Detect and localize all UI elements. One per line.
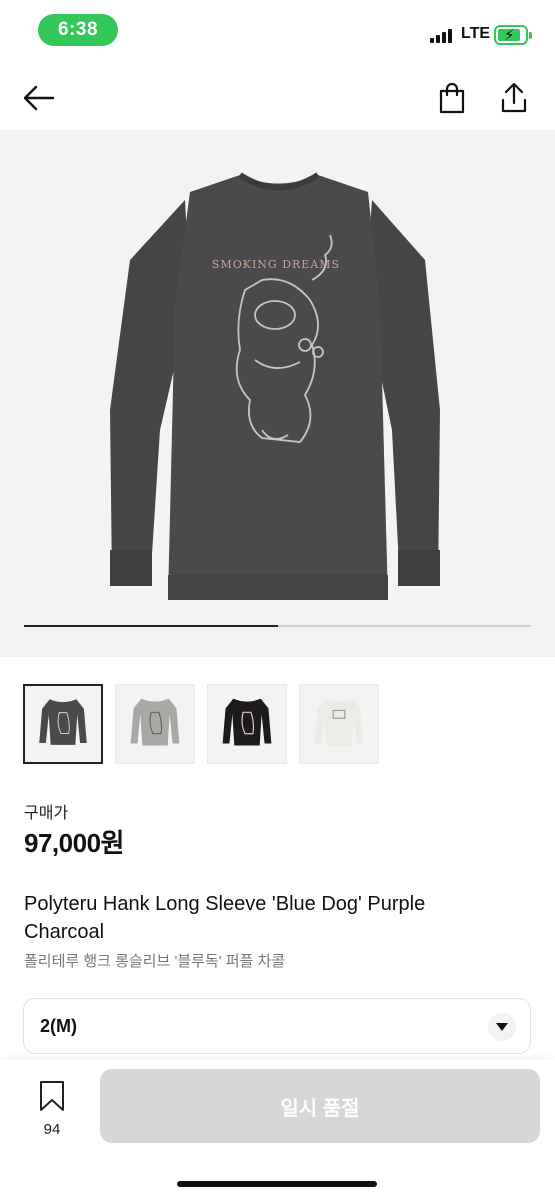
thumbnail-strip [23, 684, 379, 764]
wishlist-button[interactable]: 94 [30, 1080, 74, 1138]
product-title: Polyteru Hank Long Sleeve 'Blue Dog' Pur… [24, 893, 426, 943]
product-photo [110, 172, 440, 600]
thumbnail-grey[interactable] [115, 684, 195, 764]
price: 97,000원 [24, 828, 124, 858]
size-select-value: 2(M) [40, 1015, 77, 1036]
wishlist-count: 94 [43, 1121, 61, 1138]
signal-icon [430, 28, 452, 43]
price-label: 구매가 [24, 805, 69, 822]
shopping-bag-icon [439, 82, 465, 114]
status-bar: 6:38 LTE ⚡ [0, 0, 555, 62]
thumbnail-image [130, 698, 180, 746]
thumbnail-image [39, 699, 87, 745]
product-image-carousel[interactable]: SMOKING DREAMS [0, 130, 555, 657]
bottom-action-bar: 94 일시 품절 [0, 1060, 555, 1200]
arrow-left-icon [23, 85, 55, 111]
product-subtitle: 폴리테루 행크 롱슬리브 '블루독' 퍼플 차콜 [24, 953, 286, 970]
carousel-progress [24, 625, 531, 627]
battery-icon: ⚡ [494, 25, 532, 45]
share-icon [501, 82, 527, 113]
network-label: LTE [461, 25, 491, 42]
back-button[interactable] [20, 80, 56, 116]
bag-button[interactable] [434, 80, 470, 116]
status-time: 6:38 [38, 14, 118, 46]
thumbnail-charcoal[interactable] [23, 684, 103, 764]
thumbnail-image [222, 698, 272, 746]
home-indicator [177, 1181, 377, 1187]
top-nav [0, 66, 555, 130]
size-select[interactable]: 2(M) [23, 998, 531, 1054]
sold-out-button[interactable]: 일시 품절 [100, 1069, 540, 1143]
bookmark-icon [40, 1081, 64, 1111]
thumbnail-black[interactable] [207, 684, 287, 764]
carousel-progress-fill [24, 625, 278, 627]
thumbnail-ivory[interactable] [299, 684, 379, 764]
chevron-down-icon[interactable] [488, 1013, 516, 1041]
thumbnail-image [314, 698, 364, 746]
share-button[interactable] [496, 80, 532, 116]
